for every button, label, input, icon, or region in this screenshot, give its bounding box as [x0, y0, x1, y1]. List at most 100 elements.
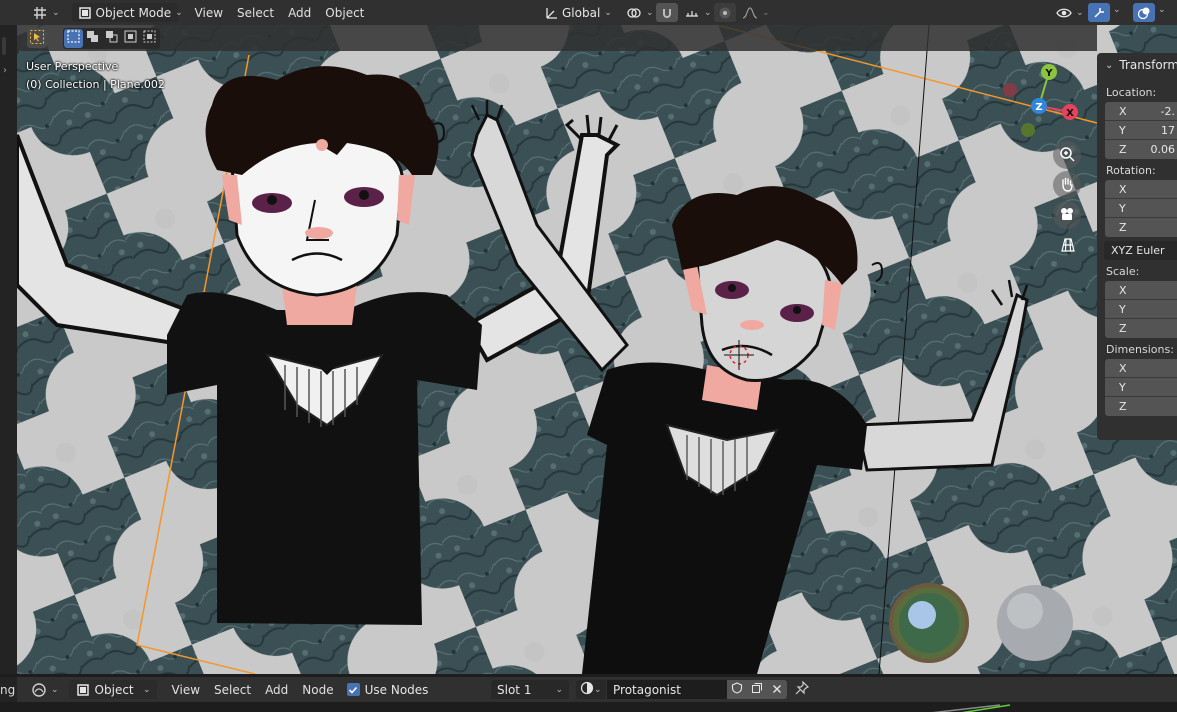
pan-button[interactable]	[1053, 171, 1081, 199]
expand-toolbar-arrow-icon[interactable]: ›	[3, 65, 7, 76]
rotation-y-field[interactable]: Y	[1105, 199, 1177, 218]
rotation-mode-dropdown[interactable]: XYZ Euler	[1104, 241, 1177, 260]
menu-view[interactable]: View	[188, 3, 230, 22]
sidebar-transform-panel: ⌄ Transform Location: X -2. Y 17 Z 0.06 Rot…	[1097, 53, 1177, 440]
shader-type-dropdown[interactable]: Object ⌄	[68, 680, 157, 699]
shader-type-label: Object	[94, 682, 134, 697]
magnet-icon	[659, 5, 675, 21]
chevron-down-icon: ⌄	[143, 684, 151, 695]
node-link-fragment	[932, 704, 1011, 712]
editor-type-button[interactable]: ⌄	[26, 3, 66, 22]
select-extend-button[interactable]	[83, 29, 102, 48]
chevron-down-icon: ⌄	[555, 684, 563, 695]
location-z-field[interactable]: Z 0.06	[1105, 140, 1177, 159]
material-browse-button[interactable]: ⌄	[576, 680, 606, 699]
axis-label: Y	[1119, 380, 1126, 394]
scale-z-field[interactable]: Z	[1105, 319, 1177, 338]
camera-icon	[1059, 206, 1075, 225]
orientation-icon	[544, 5, 558, 21]
chevron-down-icon: ⌄	[175, 7, 183, 18]
orientation-label: Global	[562, 5, 601, 20]
pin-button[interactable]	[792, 680, 812, 699]
location-label: Location:	[1106, 86, 1157, 99]
gizmo-icon	[1091, 5, 1107, 21]
close-icon	[772, 683, 782, 697]
toolbar-collapsed-strip[interactable]: ›	[0, 25, 17, 674]
material-slot-dropdown[interactable]: Slot 1 ⌄	[491, 680, 569, 699]
menu-node[interactable]: Node	[295, 680, 340, 699]
location-y-field[interactable]: Y 17	[1105, 121, 1177, 140]
selection-mode-group	[63, 27, 160, 49]
chevron-down-icon: ⌄	[52, 7, 60, 18]
select-invert-icon	[124, 30, 137, 46]
snap-toggle[interactable]	[656, 3, 678, 22]
navigation-gizmo[interactable]: Y Z X	[992, 60, 1082, 140]
overlays-toggle[interactable]	[1133, 3, 1155, 22]
field-value: 17	[1161, 123, 1175, 137]
3d-viewport[interactable]: Y Z X	[17, 25, 1177, 674]
proportional-edit-icon	[717, 5, 733, 21]
scale-y-field[interactable]: Y	[1105, 300, 1177, 319]
axis-label: X	[1119, 104, 1127, 118]
select-intersect-icon	[143, 30, 156, 46]
select-invert-button[interactable]	[121, 29, 140, 48]
menu-object[interactable]: Object	[318, 3, 371, 22]
menu-add[interactable]: Add	[281, 3, 318, 22]
perspective-toggle-button[interactable]	[1057, 235, 1079, 257]
menu-view[interactable]: View	[165, 680, 207, 699]
select-new-icon	[67, 30, 80, 46]
visibility-button[interactable]: ⌄	[1050, 3, 1090, 22]
material-name-field[interactable]: Protagonist	[607, 680, 727, 699]
shader-editor-icon	[31, 682, 47, 698]
pivot-point-button[interactable]: ⌄	[620, 3, 660, 22]
transform-panel-header[interactable]: ⌄ Transform	[1097, 53, 1177, 77]
material-name: Protagonist	[613, 682, 681, 697]
checkbox-checked-icon	[346, 683, 360, 696]
axis-label: Y	[1119, 302, 1126, 316]
select-new-button[interactable]	[64, 28, 83, 48]
slot-label: Slot 1	[497, 682, 532, 697]
editor-type-button[interactable]: ⌄	[25, 680, 65, 699]
select-subtract-button[interactable]	[102, 29, 121, 48]
menu-add[interactable]: Add	[258, 680, 295, 699]
gizmo-toggle[interactable]	[1088, 3, 1110, 22]
mode-dropdown[interactable]: Object Mode ⌄	[71, 3, 183, 22]
proportional-edit-toggle[interactable]	[714, 3, 736, 22]
camera-view-button[interactable]	[1053, 201, 1081, 229]
top-header: ⌄ Object Mode ⌄ View Select Add Object G…	[0, 0, 1177, 25]
select-tool-button[interactable]	[27, 28, 47, 48]
shield-icon	[731, 682, 743, 697]
chevron-down-icon: ⌄	[1076, 7, 1084, 18]
gizmo-dropdown-chevron-icon[interactable]: ⌄	[1113, 5, 1121, 15]
hand-icon	[1059, 176, 1075, 195]
select-subtract-icon	[105, 30, 118, 46]
pivot-icon	[626, 5, 642, 21]
object-mode-icon	[78, 5, 92, 21]
scale-label: Scale:	[1106, 265, 1140, 278]
rotation-x-field[interactable]: X	[1105, 180, 1177, 199]
transform-orientation-dropdown[interactable]: Global ⌄	[538, 3, 616, 22]
use-nodes-toggle[interactable]: Use Nodes	[346, 683, 428, 697]
unlink-material-button[interactable]	[767, 680, 787, 699]
duplicate-material-button[interactable]	[747, 680, 767, 699]
overlays-dropdown-chevron-icon[interactable]: ⌄	[1158, 5, 1166, 15]
zoom-button[interactable]	[1053, 141, 1081, 169]
grid-icon	[1060, 237, 1076, 256]
select-extend-icon	[86, 30, 99, 46]
object-icon	[75, 682, 91, 698]
menu-select[interactable]: Select	[207, 680, 258, 699]
scale-x-field[interactable]: X	[1105, 281, 1177, 300]
select-intersect-button[interactable]	[140, 29, 159, 48]
dimensions-z-field[interactable]: Z	[1105, 397, 1177, 416]
fake-user-button[interactable]	[727, 680, 747, 699]
falloff-curve-icon	[742, 5, 758, 21]
rotation-z-field[interactable]: Z	[1105, 218, 1177, 237]
menu-select[interactable]: Select	[230, 3, 281, 22]
location-x-field[interactable]: X -2.	[1105, 102, 1177, 121]
dimensions-y-field[interactable]: Y	[1105, 378, 1177, 397]
snap-target-button[interactable]: ⌄	[678, 3, 718, 22]
dimensions-x-field[interactable]: X	[1105, 359, 1177, 378]
falloff-dropdown[interactable]: ⌄	[736, 3, 776, 22]
perspective-label: User Perspective	[26, 60, 119, 73]
zoom-icon	[1059, 146, 1075, 165]
